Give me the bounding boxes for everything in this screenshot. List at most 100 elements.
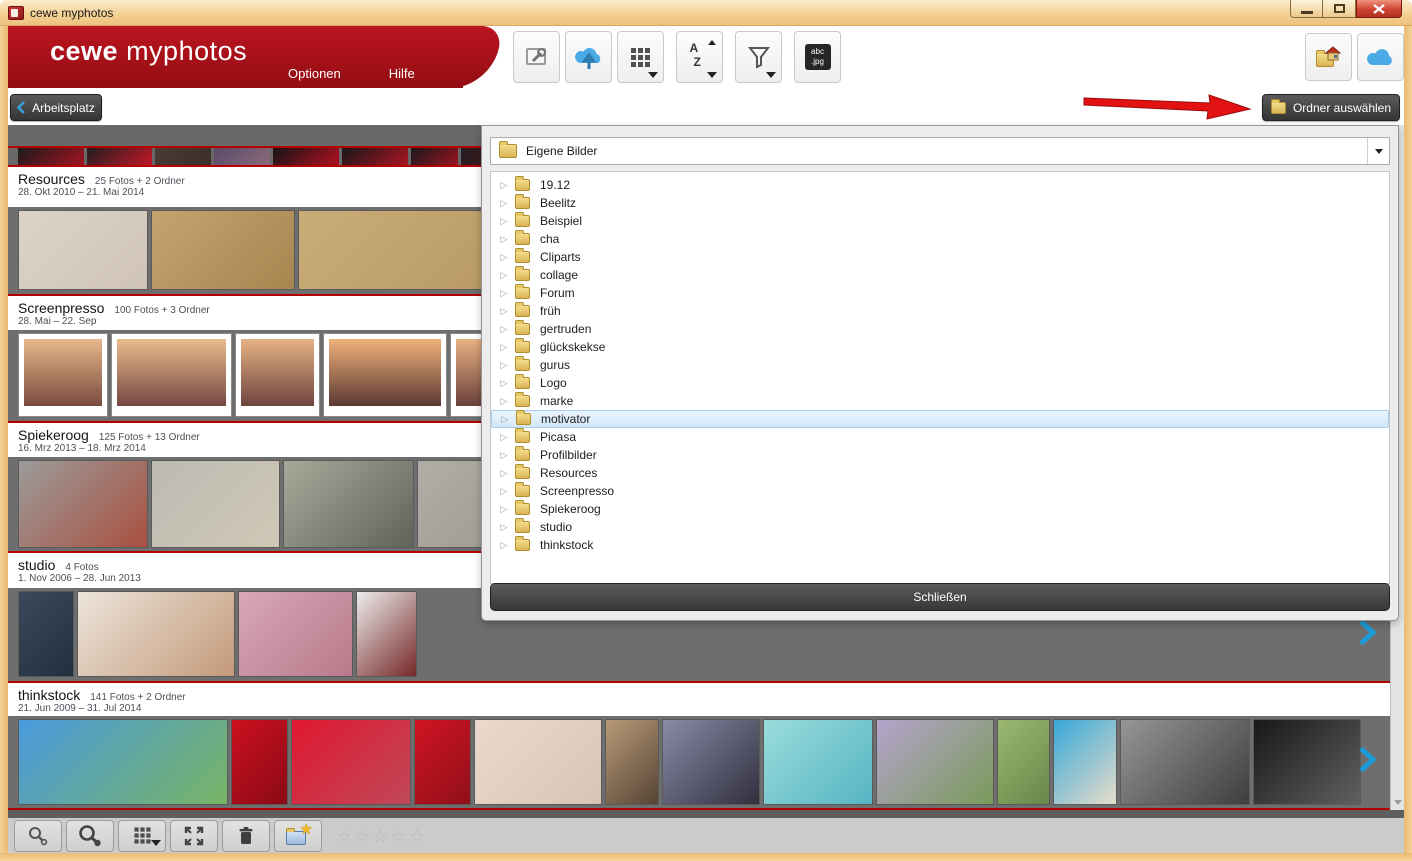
photo-thumbnail[interactable] [151,460,280,548]
rating-star-icon[interactable]: ☆ [409,827,425,845]
photo-thumbnail[interactable] [605,719,659,805]
tree-item-resources[interactable]: ▷Resources [491,464,1389,482]
rating-star-icon[interactable]: ☆ [390,827,406,845]
photo-thumbnail[interactable] [474,719,602,805]
photo-thumbnail[interactable] [18,460,148,548]
photo-thumbnail[interactable] [662,719,760,805]
tree-item-thinkstock[interactable]: ▷thinkstock [491,536,1389,554]
tree-item-19-12[interactable]: ▷19.12 [491,176,1389,194]
photo-thumbnail[interactable] [997,719,1050,805]
close-panel-button[interactable]: Schließen [490,583,1390,611]
expand-arrow-icon[interactable]: ▷ [499,270,509,281]
thumbnail-size-button[interactable] [118,820,166,852]
photo-thumbnail[interactable] [18,210,148,290]
pick-folder-button[interactable]: Ordner auswählen [1262,94,1400,121]
tree-item-logo[interactable]: ▷Logo [491,374,1389,392]
thumbnail-sliver[interactable] [342,148,408,165]
zoom-out-button[interactable] [14,820,62,852]
tree-item-forum[interactable]: ▷Forum [491,284,1389,302]
section-title[interactable]: Spiekeroog [18,427,89,443]
section-title[interactable]: Resources [18,171,85,187]
photo-thumbnail[interactable] [1253,719,1361,805]
back-arbeitsplatz-button[interactable]: Arbeitsplatz [10,94,102,121]
expand-arrow-icon[interactable]: ▷ [499,216,509,227]
expand-arrow-icon[interactable]: ▷ [499,324,509,335]
expand-arrow-icon[interactable]: ▷ [499,234,509,245]
filter-button[interactable] [735,31,782,83]
expand-arrow-icon[interactable]: ▷ [499,522,509,533]
tree-item-marke[interactable]: ▷marke [491,392,1389,410]
tree-item-fr-h[interactable]: ▷früh [491,302,1389,320]
thumbnail-sliver[interactable] [155,148,211,165]
expand-arrow-icon[interactable]: ▷ [499,180,509,191]
expand-arrow-icon[interactable]: ▷ [499,450,509,461]
rating-stars[interactable]: ☆☆☆☆☆ [336,827,425,845]
photo-thumbnail[interactable] [291,719,411,805]
expand-arrow-icon[interactable]: ▷ [499,486,509,497]
photo-thumbnail[interactable] [763,719,873,805]
expand-arrow-icon[interactable]: ▷ [499,252,509,263]
scrollbar-down-button[interactable] [1391,795,1405,810]
thumbnail-sliver[interactable] [87,148,152,165]
expand-arrow-icon[interactable]: ▷ [499,342,509,353]
photo-thumbnail[interactable] [231,719,288,805]
section-title[interactable]: studio [18,557,55,573]
photo-thumbnail[interactable] [414,719,471,805]
rating-star-icon[interactable]: ☆ [372,827,388,845]
maximize-button[interactable] [1323,0,1356,18]
photo-thumbnail[interactable] [18,719,228,805]
sort-button[interactable]: A Z [676,31,723,83]
expand-arrow-icon[interactable]: ▷ [499,378,509,389]
rating-star-icon[interactable]: ☆ [336,827,352,845]
section-title[interactable]: Screenpresso [18,300,104,316]
tree-item-screenpresso[interactable]: ▷Screenpresso [491,482,1389,500]
expand-arrow-icon[interactable]: ▷ [500,414,510,425]
menu-optionen[interactable]: Optionen [288,66,341,81]
photo-thumbnail[interactable] [356,591,417,677]
tree-item-studio[interactable]: ▷studio [491,518,1389,536]
expand-arrow-icon[interactable]: ▷ [499,504,509,515]
photo-thumbnail[interactable] [1120,719,1250,805]
photo-thumbnail[interactable] [876,719,994,805]
view-grid-button[interactable] [617,31,664,83]
photo-thumbnail[interactable] [151,210,295,290]
tree-item-spiekeroog[interactable]: ▷Spiekeroog [491,500,1389,518]
fullscreen-button[interactable] [170,820,218,852]
tree-item-beelitz[interactable]: ▷Beelitz [491,194,1389,212]
photo-thumbnail[interactable] [18,333,108,417]
photo-thumbnail[interactable] [18,591,74,677]
tree-item-gertruden[interactable]: ▷gertruden [491,320,1389,338]
minimize-button[interactable] [1290,0,1323,18]
zoom-in-button[interactable] [66,820,114,852]
expand-arrow-icon[interactable]: ▷ [499,360,509,371]
tree-item-cha[interactable]: ▷cha [491,230,1389,248]
expand-arrow-icon[interactable]: ▷ [499,396,509,407]
tree-item-cliparts[interactable]: ▷Cliparts [491,248,1389,266]
expand-arrow-icon[interactable]: ▷ [499,198,509,209]
rename-button[interactable]: abc .jpg [794,31,841,83]
close-window-button[interactable] [1356,0,1402,18]
cloud-sync-button[interactable] [1357,33,1404,81]
section-title[interactable]: thinkstock [18,687,80,703]
tree-item-picasa[interactable]: ▷Picasa [491,428,1389,446]
thumbnail-sliver[interactable] [214,148,270,165]
upload-button[interactable] [565,31,612,83]
tree-item-motivator[interactable]: ▷motivator [491,410,1389,428]
expand-arrow-icon[interactable]: ▷ [499,288,509,299]
home-folder-button[interactable] [1305,33,1352,81]
tree-item-gl-ckskekse[interactable]: ▷glückskekse [491,338,1389,356]
photo-thumbnail[interactable] [238,591,353,677]
delete-button[interactable] [222,820,270,852]
folder-combobox[interactable]: Eigene Bilder [490,137,1390,165]
expand-arrow-icon[interactable]: ▷ [499,540,509,551]
expand-arrow-icon[interactable]: ▷ [499,432,509,443]
tree-item-profilbilder[interactable]: ▷Profilbilder [491,446,1389,464]
scroll-right-chevron[interactable] [1358,619,1376,650]
tree-item-collage[interactable]: ▷collage [491,266,1389,284]
expand-arrow-icon[interactable]: ▷ [499,468,509,479]
photo-thumbnail[interactable] [77,591,235,677]
tree-item-beispiel[interactable]: ▷Beispiel [491,212,1389,230]
scroll-right-chevron[interactable] [1358,747,1376,778]
thumbnail-sliver[interactable] [273,148,339,165]
expand-arrow-icon[interactable]: ▷ [499,306,509,317]
